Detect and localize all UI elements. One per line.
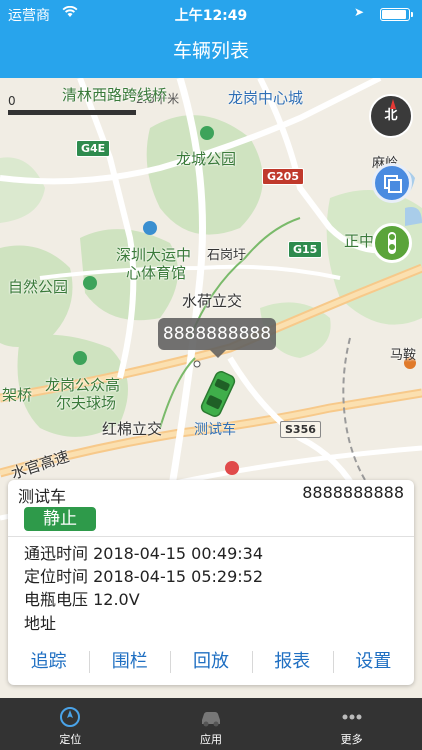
map-label: 龙岗中心城 [228, 89, 304, 107]
fence-button[interactable]: 围栏 [89, 645, 170, 679]
highway-shield: G4E [76, 140, 111, 157]
layers-icon-front [388, 179, 402, 193]
map-label: 自然公园 [8, 278, 69, 296]
report-button[interactable]: 报表 [251, 645, 333, 679]
divider [8, 536, 414, 537]
vehicle-name: 测试车 [18, 487, 67, 506]
tab-label: 更多 [340, 733, 363, 746]
map-label: 水荷立交 [182, 292, 243, 310]
map-label: 龙城公园 [176, 150, 237, 168]
map-label: 尔夫球场 [56, 394, 117, 412]
highway-shield: S356 [280, 421, 321, 438]
position-time-row: 定位时间 2018-04-15 05:29:52 [24, 567, 264, 586]
comm-time-row: 通迅时间 2018-04-15 00:49:34 [24, 544, 264, 563]
address-row: 地址 [24, 614, 57, 633]
highway-shield: G205 [262, 168, 304, 185]
tab-bar: 定位 应用 更多 [0, 698, 422, 750]
map-label: 正中 [344, 232, 375, 250]
tab-label: 定位 [59, 733, 82, 746]
map-label: 红棉立交 [102, 420, 163, 438]
traffic-light-icon [388, 232, 396, 254]
tab-apps[interactable]: 应用 [141, 698, 282, 750]
vehicle-plate-bubble[interactable]: 8888888888 [158, 318, 276, 358]
compass-button[interactable]: 北 [369, 94, 413, 138]
vehicle-info-card: 测试车 8888888888 静止 通迅时间 2018-04-15 00:49:… [8, 480, 414, 685]
nav-bar: 车辆列表 [0, 28, 422, 78]
car-icon [141, 706, 282, 728]
map-label: 马鞍 [390, 348, 417, 363]
highway-shield: G15 [288, 241, 323, 258]
playback-button[interactable]: 回放 [170, 645, 251, 679]
compass-needle-icon [390, 99, 396, 109]
tab-label: 应用 [200, 733, 222, 746]
vehicle-car-icon[interactable] [199, 368, 237, 420]
layers-button[interactable] [372, 163, 412, 203]
vehicle-map-label: 测试车 [194, 422, 236, 438]
more-icon [281, 706, 422, 728]
location-arrow-icon: ➤ [353, 5, 364, 19]
settings-button[interactable]: 设置 [332, 645, 414, 679]
track-button[interactable]: 追踪 [8, 645, 89, 679]
tab-more[interactable]: 更多 [281, 698, 422, 750]
compass-label: 北 [384, 108, 398, 123]
battery-voltage-row: 电瓶电压 12.0V [24, 590, 140, 609]
page-title: 车辆列表 [172, 40, 249, 62]
battery-icon [380, 8, 413, 21]
tab-locate[interactable]: 定位 [0, 698, 141, 750]
action-bar: 追踪 围栏 回放 报表 设置 [8, 645, 414, 679]
vehicle-plate: 8888888888 [302, 483, 404, 502]
map-label: 清林西路跨线桥 [62, 86, 168, 104]
status-bar: 运营商 上午12:49 ➤ [0, 0, 422, 28]
map-label: 心体育馆 [126, 264, 187, 282]
traffic-button[interactable] [372, 223, 412, 263]
map-label: 石岗圩 [207, 248, 247, 263]
locate-icon [0, 706, 141, 728]
scale-bar [8, 110, 136, 115]
map-label: 架桥 [2, 386, 33, 404]
status-badge: 静止 [24, 507, 96, 531]
